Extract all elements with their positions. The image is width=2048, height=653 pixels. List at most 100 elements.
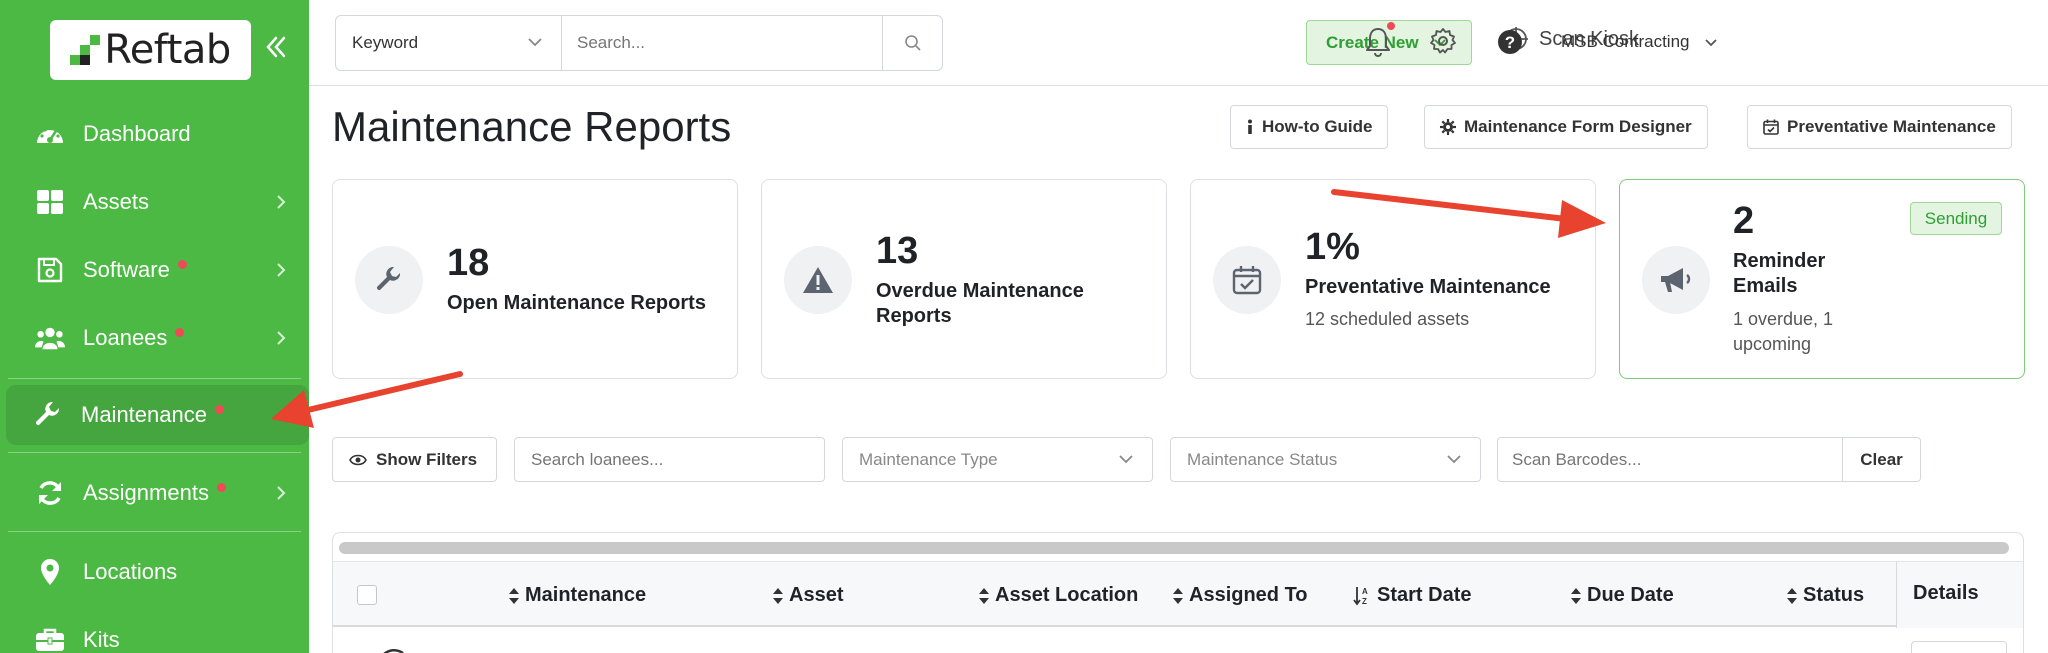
column-header-start-date[interactable]: AZ Start Date [1353, 584, 1471, 607]
sidebar-item-loanees[interactable]: Loanees [8, 308, 309, 368]
search-icon [904, 35, 921, 51]
table-row[interactable] [333, 629, 2023, 653]
sort-icon [1787, 587, 1797, 604]
help-icon[interactable]: ? [1497, 29, 1523, 55]
sidebar-item-label: Software [83, 257, 170, 282]
chevron-down-icon [1704, 38, 1717, 46]
row-partial-icon [383, 649, 404, 653]
page-title: Maintenance Reports [332, 103, 732, 150]
sidebar-item-label: Loanees [83, 325, 168, 350]
column-header-assigned-to[interactable]: Assigned To [1173, 584, 1308, 607]
card-label: Reminder Emails [1733, 250, 1826, 297]
notification-dot [214, 404, 224, 414]
clear-button[interactable]: Clear [1842, 438, 1920, 481]
svg-text:Z: Z [1362, 597, 1367, 606]
search-scope-select[interactable]: Keyword [336, 16, 562, 70]
sidebar: Reftab Dashboard Assets Software Loanees [0, 0, 309, 653]
sidebar-divider [8, 531, 301, 532]
notification-dot [177, 259, 187, 269]
maintenance-form-designer-label: Maintenance Form Designer [1464, 117, 1692, 136]
card-number: 18 [447, 242, 490, 284]
column-header-asset-location[interactable]: Asset Location [979, 584, 1138, 607]
sidebar-item-label: Dashboard [83, 121, 191, 146]
map-pin-icon [35, 557, 65, 587]
sync-icon [35, 478, 65, 508]
show-filters-button[interactable]: Show Filters [332, 437, 497, 482]
notification-dot [1387, 22, 1395, 30]
maintenance-type-select[interactable]: Maintenance Type [842, 437, 1153, 482]
maintenance-form-designer-button[interactable]: Maintenance Form Designer [1424, 105, 1708, 149]
sidebar-item-assets[interactable]: Assets [8, 172, 309, 232]
loanee-search-input[interactable] [514, 437, 825, 482]
gear-icon[interactable] [1429, 27, 1457, 55]
card-open-maintenance-reports[interactable]: 18 Open Maintenance Reports [332, 179, 738, 379]
sort-icon [509, 587, 519, 604]
card-number: 1% [1305, 226, 1360, 268]
card-overdue-maintenance-reports[interactable]: 13 Overdue Maintenance Reports [761, 179, 1167, 379]
column-header-maintenance[interactable]: Maintenance [509, 584, 646, 607]
sidebar-item-locations[interactable]: Locations [8, 542, 309, 602]
sidebar-item-label: Locations [83, 559, 178, 584]
column-header-asset[interactable]: Asset [773, 584, 843, 607]
search-input[interactable] [562, 16, 882, 70]
preventative-maintenance-button[interactable]: Preventative Maintenance [1747, 105, 2012, 149]
select-all-checkbox[interactable] [357, 585, 377, 605]
sidebar-item-label: Assets [83, 189, 150, 214]
bell-icon[interactable] [1363, 26, 1393, 58]
how-to-guide-button[interactable]: How-to Guide [1230, 105, 1389, 149]
sort-icon [979, 587, 989, 604]
card-preventative-maintenance[interactable]: 1% Preventative Maintenance 12 scheduled… [1190, 179, 1596, 379]
sidebar-item-software[interactable]: Software [8, 240, 309, 300]
sidebar-divider [8, 378, 301, 379]
card-label: Overdue Maintenance Reports [876, 280, 1084, 327]
chevron-right-icon [277, 331, 286, 345]
chevron-right-icon [277, 263, 286, 277]
megaphone-icon [1642, 246, 1710, 314]
organization-switcher[interactable]: MSB Contracting [1561, 32, 1718, 52]
calendar-check-icon [1763, 119, 1779, 135]
sort-ascending-icon: AZ [1353, 586, 1371, 606]
show-filters-label: Show Filters [376, 449, 478, 469]
search-button[interactable] [882, 16, 942, 70]
card-label: Open Maintenance Reports [447, 292, 706, 314]
column-header-status[interactable]: Status [1787, 584, 1864, 607]
card-number: 2 [1733, 200, 1755, 242]
card-reminder-emails[interactable]: 2 Reminder Emails 1 overdue, 1 upcoming … [1619, 179, 2025, 379]
maintenance-status-select[interactable]: Maintenance Status [1170, 437, 1481, 482]
table-header: Maintenance Asset Asset Location Assigne… [333, 561, 2023, 628]
users-icon [35, 323, 65, 353]
gear-icon [1440, 119, 1456, 135]
maintenance-table: Maintenance Asset Asset Location Assigne… [332, 532, 2024, 653]
sidebar-item-label: Maintenance [81, 402, 207, 427]
sidebar-item-maintenance[interactable]: Maintenance [6, 385, 309, 445]
card-subtext: 1 overdue, 1 upcoming [1733, 309, 1834, 354]
global-search: Keyword [335, 15, 943, 71]
status-badge: Sending [1910, 202, 2002, 235]
column-header-due-date[interactable]: Due Date [1571, 584, 1674, 607]
grid-icon [35, 187, 65, 217]
notification-dot [175, 327, 185, 337]
chevron-down-icon [1447, 455, 1461, 464]
sidebar-item-kits[interactable]: Kits [8, 610, 309, 653]
card-subtext: 12 scheduled assets [1305, 309, 1470, 329]
barcode-scan-group: Clear [1497, 437, 1921, 482]
sort-icon [773, 587, 783, 604]
chevron-right-icon [277, 195, 286, 209]
briefcase-icon [35, 625, 65, 653]
search-scope-value: Keyword [352, 33, 419, 52]
sidebar-item-assignments[interactable]: Assignments [8, 463, 309, 523]
sort-icon [1571, 587, 1581, 604]
wrench-icon [33, 400, 63, 430]
wrench-icon [355, 246, 423, 314]
double-chevron-left-icon[interactable] [263, 34, 289, 60]
barcode-scan-input[interactable] [1498, 438, 1842, 481]
horizontal-scrollbar[interactable] [339, 542, 2009, 554]
reftab-logo[interactable]: Reftab [50, 20, 251, 80]
row-details-button[interactable] [1911, 641, 2007, 653]
sidebar-item-dashboard[interactable]: Dashboard [8, 104, 309, 164]
notification-dot [216, 482, 226, 492]
sidebar-item-label: Assignments [83, 480, 209, 505]
chevron-right-icon [277, 486, 286, 500]
organization-name: MSB Contracting [1561, 32, 1690, 51]
maintenance-type-placeholder: Maintenance Type [859, 449, 998, 469]
